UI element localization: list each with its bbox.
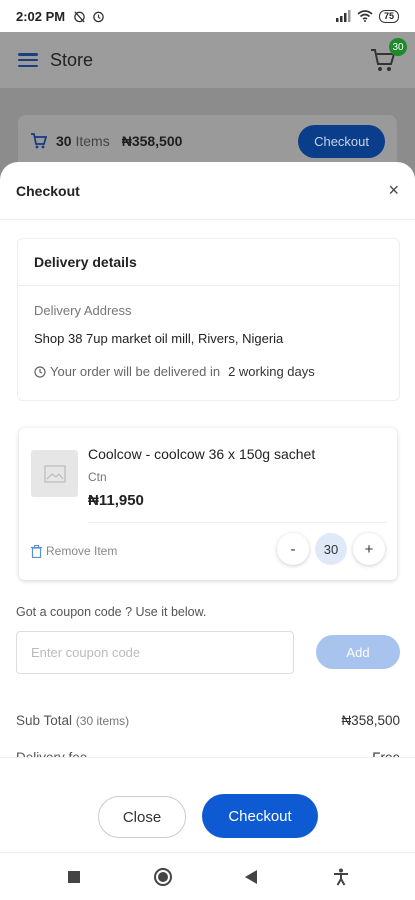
cart-items-count: 30 Items	[56, 133, 110, 149]
remove-item-label: Remove Item	[46, 544, 118, 558]
signal-icon	[335, 10, 351, 22]
divider	[88, 522, 387, 523]
cart-item-card: Coolcow - coolcow 36 x 150g sachet Ctn ₦…	[19, 428, 397, 580]
delivery-eta: Your order will be delivered in 2 workin…	[34, 364, 315, 379]
square-icon	[68, 870, 81, 883]
accessibility-icon	[333, 868, 348, 886]
app-bar: Store 30	[0, 32, 415, 88]
product-price: ₦11,950	[88, 492, 144, 509]
cart-count-badge: 30	[389, 38, 407, 56]
delivery-eta-value: 2 working days	[228, 364, 315, 379]
clock-icon	[34, 365, 46, 378]
close-icon[interactable]: ×	[388, 180, 399, 201]
sheet-header: Checkout ×	[0, 162, 415, 220]
accessibility-button[interactable]	[326, 862, 356, 892]
back-button[interactable]	[237, 862, 267, 892]
circle-icon	[154, 867, 173, 886]
close-button[interactable]: Close	[98, 796, 186, 838]
image-placeholder-icon	[43, 464, 66, 483]
add-coupon-button[interactable]: Add	[316, 635, 400, 669]
alarm-icon	[93, 11, 104, 22]
alarm-off-icon	[74, 10, 85, 23]
delivery-address-label: Delivery Address	[34, 303, 132, 318]
decrement-button[interactable]: -	[277, 533, 309, 565]
cart-total: ₦358,500	[121, 133, 183, 149]
quantity-value[interactable]: 30	[315, 533, 347, 565]
triangle-back-icon	[245, 869, 258, 884]
trash-icon	[31, 544, 42, 558]
quantity-stepper: - 30 +	[277, 533, 385, 565]
product-thumbnail	[31, 450, 78, 497]
coupon-input[interactable]	[16, 631, 294, 674]
battery-icon: 75	[378, 9, 399, 23]
summary-checkout-button[interactable]: Checkout	[298, 124, 385, 158]
status-notification-icons	[73, 10, 105, 23]
hamburger-menu-icon[interactable]	[18, 53, 38, 67]
cart-button[interactable]: 30	[369, 38, 407, 74]
delivery-details-card: Delivery details Delivery Address Shop 3…	[17, 238, 400, 401]
product-name: Coolcow - coolcow 36 x 150g sachet	[88, 446, 316, 462]
cart-summary-card: 30 Items ₦358,500 Checkout	[18, 115, 397, 167]
subtotal-label: Sub Total (30 items)	[16, 713, 130, 728]
subtotal-value: ₦358,500	[341, 713, 400, 728]
checkout-button[interactable]: Checkout	[202, 794, 318, 838]
app-title: Store	[50, 49, 94, 70]
increment-button[interactable]: +	[353, 533, 385, 565]
subtotal-row: Sub Total (30 items) ₦358,500	[16, 713, 400, 728]
home-button[interactable]	[148, 862, 178, 892]
sheet-title: Checkout	[16, 182, 80, 199]
coupon-label: Got a coupon code ? Use it below.	[16, 605, 207, 619]
wifi-icon	[357, 10, 373, 22]
recent-apps-button[interactable]	[59, 862, 89, 892]
product-unit: Ctn	[88, 470, 107, 484]
sheet-footer: Close Checkout	[0, 757, 415, 852]
delivery-details-header: Delivery details	[18, 239, 399, 286]
cart-icon	[31, 133, 48, 149]
status-bar: 2:02 PM 75	[0, 0, 415, 32]
system-nav-bar	[0, 852, 415, 900]
delivery-address: Shop 38 7up market oil mill, Rivers, Nig…	[34, 331, 284, 346]
checkout-sheet: Checkout × Delivery details Delivery Add…	[0, 162, 415, 852]
status-time: 2:02 PM	[16, 8, 66, 24]
remove-item-button[interactable]: Remove Item	[31, 544, 117, 558]
delivery-eta-prefix: Your order will be delivered in	[50, 364, 221, 379]
